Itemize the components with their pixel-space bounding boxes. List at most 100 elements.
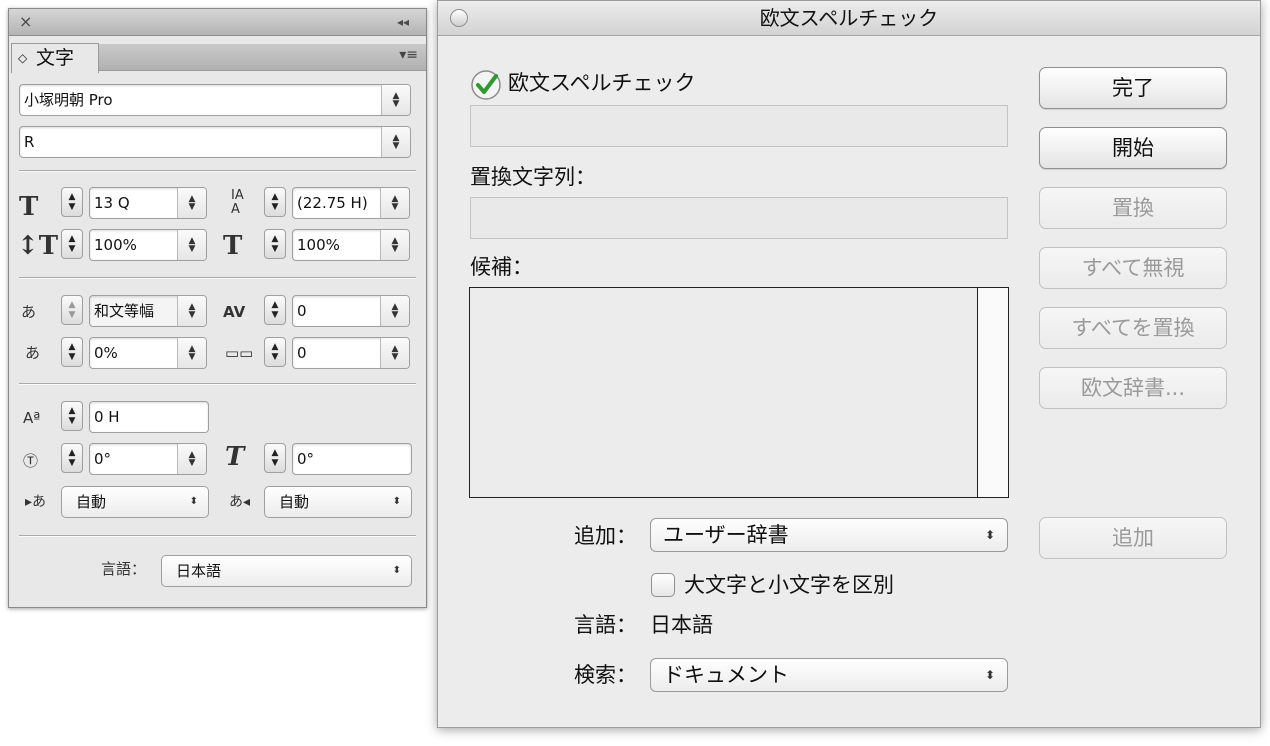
language-label: 言語： xyxy=(101,560,147,578)
character-panel: × ◂◂ ◇ 文字 ▾≡ 小塚明朝 Pro ▲ ▼ R ▲ ▼ T ▲ ▼ 13 Q … xyxy=(8,8,427,608)
dialog-titlebar: 欧文スペルチェック xyxy=(438,1,1260,36)
baseline-shift-field[interactable]: 0 H xyxy=(89,401,209,433)
horizontal-scale-icon: T xyxy=(223,231,243,261)
grid-spacing-dropdown[interactable]: ▲ ▼ xyxy=(380,338,409,368)
dialog-title: 欧文スペルチェック xyxy=(759,6,939,30)
leading-value: (22.75 H) xyxy=(297,194,368,212)
character-rotation-icon: Ⓣ xyxy=(23,452,39,470)
font-style-field[interactable]: R ▲ ▼ xyxy=(19,126,411,158)
panel-titlebar: × ◂◂ xyxy=(9,9,426,36)
language-value: 日本語 xyxy=(176,562,222,580)
skew-field[interactable]: 0° xyxy=(292,443,412,475)
replace-label: 置換文字列： xyxy=(470,165,596,189)
panel-menu-icon[interactable]: ▾≡ xyxy=(399,47,418,63)
font-family-stepper[interactable]: ▲ ▼ xyxy=(381,85,410,115)
horizontal-scale-field[interactable]: 100% ▲ ▼ xyxy=(292,229,410,261)
mojikumi-field[interactable]: 和文等幅 ▲ ▼ xyxy=(89,295,207,327)
grid-spacing-value: 0 xyxy=(297,344,307,362)
aki-after-value: 自動 xyxy=(279,493,310,511)
horizontal-scale-spinner[interactable]: ▲ ▼ xyxy=(264,229,286,259)
leading-spinner[interactable]: ▲ ▼ xyxy=(264,187,286,217)
character-rotation-value: 0° xyxy=(94,450,112,468)
status-text: 欧文スペルチェック xyxy=(508,71,696,95)
close-button[interactable] xyxy=(450,9,468,27)
aki-after-popup[interactable]: 自動 ⬍ xyxy=(264,486,412,518)
vertical-scale-icon: ↕T xyxy=(17,231,59,261)
search-scope-value: ドキュメント xyxy=(663,663,789,687)
character-rotation-field[interactable]: 0° ▲ ▼ xyxy=(89,443,207,475)
grid-spacing-icon: ▭▭ xyxy=(225,344,254,362)
popup-arrows-icon: ⬍ xyxy=(984,528,995,542)
collapse-icon[interactable]: ◂◂ xyxy=(397,12,409,32)
character-rotation-spinner[interactable]: ▲ ▼ xyxy=(61,443,83,473)
add-to-dictionary-popup[interactable]: ユーザー辞書 ⬍ xyxy=(650,518,1008,552)
dictionary-button[interactable]: 欧文辞書... xyxy=(1039,367,1227,409)
leading-field[interactable]: (22.75 H) ▲ ▼ xyxy=(292,187,410,219)
divider xyxy=(19,535,416,537)
skew-icon: T xyxy=(225,442,245,472)
popup-arrows-icon: ⬍ xyxy=(392,496,401,507)
horizontal-scale-dropdown[interactable]: ▲ ▼ xyxy=(380,230,409,260)
case-sensitive-checkbox[interactable] xyxy=(651,573,675,597)
replace-all-button[interactable]: すべてを置換 xyxy=(1039,307,1227,349)
mojikumi-value: 和文等幅 xyxy=(94,302,155,320)
aki-before-icon: ▸あ xyxy=(25,494,47,510)
aki-before-popup[interactable]: 自動 ⬍ xyxy=(61,486,209,518)
vertical-scale-spinner[interactable]: ▲ ▼ xyxy=(61,229,83,259)
tsume-field[interactable]: 0% ▲ ▼ xyxy=(89,337,207,369)
tsume-dropdown[interactable]: ▲ ▼ xyxy=(177,338,206,368)
leading-icon: IA A xyxy=(231,188,244,217)
vertical-scale-field[interactable]: 100% ▲ ▼ xyxy=(89,229,207,261)
suggestions-list[interactable] xyxy=(469,287,1009,498)
baseline-shift-spinner[interactable]: ▲ ▼ xyxy=(61,401,83,431)
popup-arrows-icon: ⬍ xyxy=(189,496,198,507)
add-to-dictionary-value: ユーザー辞書 xyxy=(663,523,789,547)
character-rotation-dropdown[interactable]: ▲ ▼ xyxy=(177,444,206,474)
baseline-shift-value: 0 H xyxy=(94,408,120,426)
mojikumi-dropdown[interactable]: ▲ ▼ xyxy=(177,296,206,326)
font-size-icon: T xyxy=(19,192,39,222)
leading-dropdown[interactable]: ▲ ▼ xyxy=(380,188,409,218)
add-button[interactable]: 追加 xyxy=(1039,517,1227,559)
aki-after-icon: あ◂ xyxy=(229,494,251,510)
replace-button[interactable]: 置換 xyxy=(1039,187,1227,229)
tracking-dropdown[interactable]: ▲ ▼ xyxy=(380,296,409,326)
tsume-value: 0% xyxy=(94,344,118,362)
tsume-icon: あ xyxy=(25,344,41,362)
tab-character[interactable]: ◇ 文字 xyxy=(11,43,99,73)
vertical-scale-dropdown[interactable]: ▲ ▼ xyxy=(177,230,206,260)
vertical-scale-value: 100% xyxy=(94,236,137,254)
replace-input[interactable] xyxy=(470,197,1008,239)
font-size-field[interactable]: 13 Q ▲ ▼ xyxy=(89,187,207,219)
ignore-all-button[interactable]: すべて無視 xyxy=(1039,247,1227,289)
font-size-value: 13 Q xyxy=(94,194,130,212)
tracking-spinner[interactable]: ▲ ▼ xyxy=(264,295,286,325)
grid-spacing-spinner[interactable]: ▲ ▼ xyxy=(264,337,286,367)
spell-check-dialog: 欧文スペルチェック 欧文スペルチェック 置換文字列： 候補： 追加： ユーザー辞… xyxy=(437,0,1261,728)
done-button[interactable]: 完了 xyxy=(1039,67,1227,109)
divider xyxy=(19,170,416,172)
font-style-value: R xyxy=(24,133,35,151)
horizontal-scale-value: 100% xyxy=(297,236,340,254)
close-icon[interactable]: × xyxy=(19,12,32,32)
panel-tabbar: ◇ 文字 ▾≡ xyxy=(9,36,426,73)
language-label: 言語： xyxy=(574,613,637,637)
language-popup[interactable]: 日本語 ⬍ xyxy=(161,555,412,587)
tracking-value: 0 xyxy=(297,302,307,320)
suggestions-scrollbar[interactable] xyxy=(977,288,1008,497)
grid-spacing-field[interactable]: 0 ▲ ▼ xyxy=(292,337,410,369)
tracking-field[interactable]: 0 ▲ ▼ xyxy=(292,295,410,327)
search-scope-popup[interactable]: ドキュメント ⬍ xyxy=(650,658,1008,692)
mojikumi-spinner[interactable]: ▲ ▼ xyxy=(61,295,83,325)
tsume-spinner[interactable]: ▲ ▼ xyxy=(61,337,83,367)
font-family-field[interactable]: 小塚明朝 Pro ▲ ▼ xyxy=(19,84,411,116)
font-style-stepper[interactable]: ▲ ▼ xyxy=(381,127,410,157)
mojikumi-icon: あ xyxy=(21,303,37,321)
start-button[interactable]: 開始 xyxy=(1039,127,1227,169)
popup-arrows-icon: ⬍ xyxy=(984,668,995,682)
not-in-dictionary-field xyxy=(470,105,1008,147)
font-size-dropdown[interactable]: ▲ ▼ xyxy=(177,188,206,218)
skew-spinner[interactable]: ▲ ▼ xyxy=(264,443,286,473)
suggestions-label: 候補： xyxy=(470,255,533,279)
font-size-spinner[interactable]: ▲ ▼ xyxy=(61,187,83,217)
